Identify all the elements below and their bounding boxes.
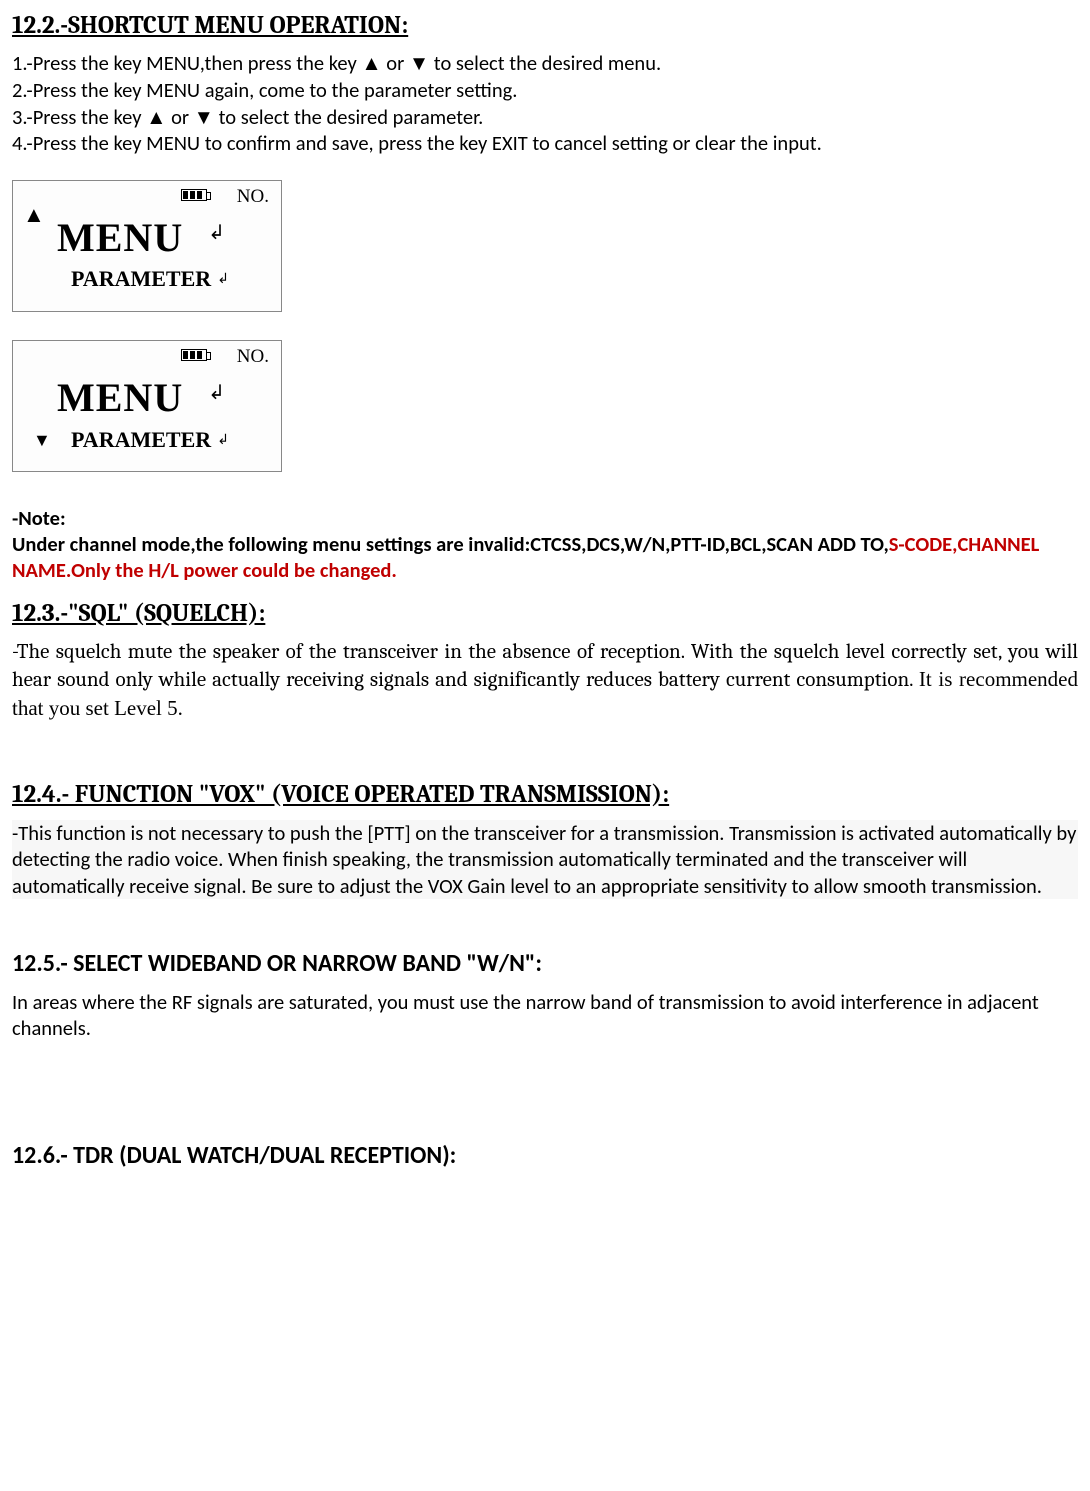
caret-icon: ↲ [208,221,225,246]
note-block: -Note: Under channel mode,the following … [12,505,1078,584]
battery-icon [181,347,211,361]
heading-12-2: 12.2.-SHORTCUT MENU OPERATION: [12,10,1078,41]
wn-paragraph: In areas where the RF signals are satura… [12,989,1078,1041]
caret-icon: ↲ [217,271,229,289]
heading-12-5: 12.5.- SELECT WIDEBAND OR NARROW BAND "W… [12,949,1078,979]
note-body: Under channel mode,the following menu se… [12,531,1078,583]
lcd-figure-up: ▲ NO. MENU ↲ PARAMETER ↲ [12,180,282,312]
heading-12-3: 12.3.-"SQL" (SQUELCH): [12,598,1078,629]
step-2: 2.-Press the key MENU again, come to the… [12,78,1078,104]
parameter-label: PARAMETER [71,426,211,454]
vox-paragraph: -This function is not necessary to push … [12,820,1078,899]
no-label: NO. [237,185,269,209]
step-1: 1.-Press the key MENU,then press the key… [12,51,1078,77]
lcd-figure-down: NO. MENU ↲ PARAMETER ↲ ▼ [12,340,282,472]
step-4: 4.-Press the key MENU to confirm and sav… [12,131,1078,157]
battery-icon [181,187,211,201]
heading-12-4: 12.4.- FUNCTION "VOX" (VOICE OPERATED TR… [12,779,1078,810]
parameter-label: PARAMETER [71,265,211,293]
caret-icon: ↲ [217,432,229,450]
triangle-up-icon: ▲ [23,201,45,229]
heading-12-6: 12.6.- TDR (DUAL WATCH/DUAL RECEPTION): [12,1141,1078,1171]
note-text-black: Under channel mode,the following menu se… [12,531,889,557]
menu-label: MENU [57,373,183,423]
triangle-down-icon: ▼ [33,429,51,452]
no-label: NO. [237,345,269,369]
note-label: -Note: [12,505,1078,531]
menu-label: MENU [57,213,183,263]
caret-icon: ↲ [208,381,225,406]
sql-paragraph: -The squelch mute the speaker of the tra… [12,639,1078,723]
step-3: 3.-Press the key ▲ or ▼ to select the de… [12,105,1078,131]
